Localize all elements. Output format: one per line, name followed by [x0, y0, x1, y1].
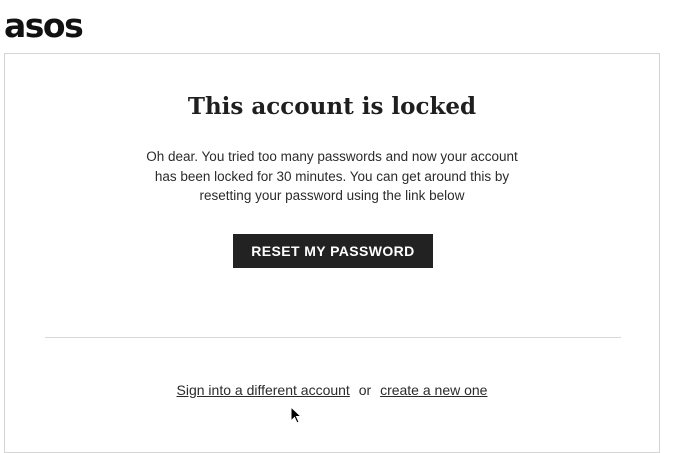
- page-title: This account is locked: [187, 93, 477, 120]
- mouse-pointer-icon: [290, 406, 302, 424]
- alternative-actions: Sign into a different account or create …: [5, 380, 659, 400]
- create-account-link[interactable]: create a new one: [380, 382, 487, 398]
- asos-logo[interactable]: asos: [4, 8, 84, 44]
- lock-message-line: Oh dear. You tried too many passwords an…: [146, 149, 518, 164]
- lock-message-line: has been locked for 30 minutes. You can …: [154, 168, 510, 184]
- or-separator: or: [358, 382, 372, 398]
- lock-message-line: resetting your password using the link b…: [199, 188, 465, 203]
- lock-message: Oh dear. You tried too many passwords an…: [122, 147, 542, 206]
- sign-in-different-account-link[interactable]: Sign into a different account: [177, 382, 350, 398]
- reset-password-button[interactable]: RESET MY PASSWORD: [233, 234, 433, 268]
- divider: [45, 337, 621, 338]
- locked-account-panel: This account is locked Oh dear. You trie…: [4, 53, 660, 453]
